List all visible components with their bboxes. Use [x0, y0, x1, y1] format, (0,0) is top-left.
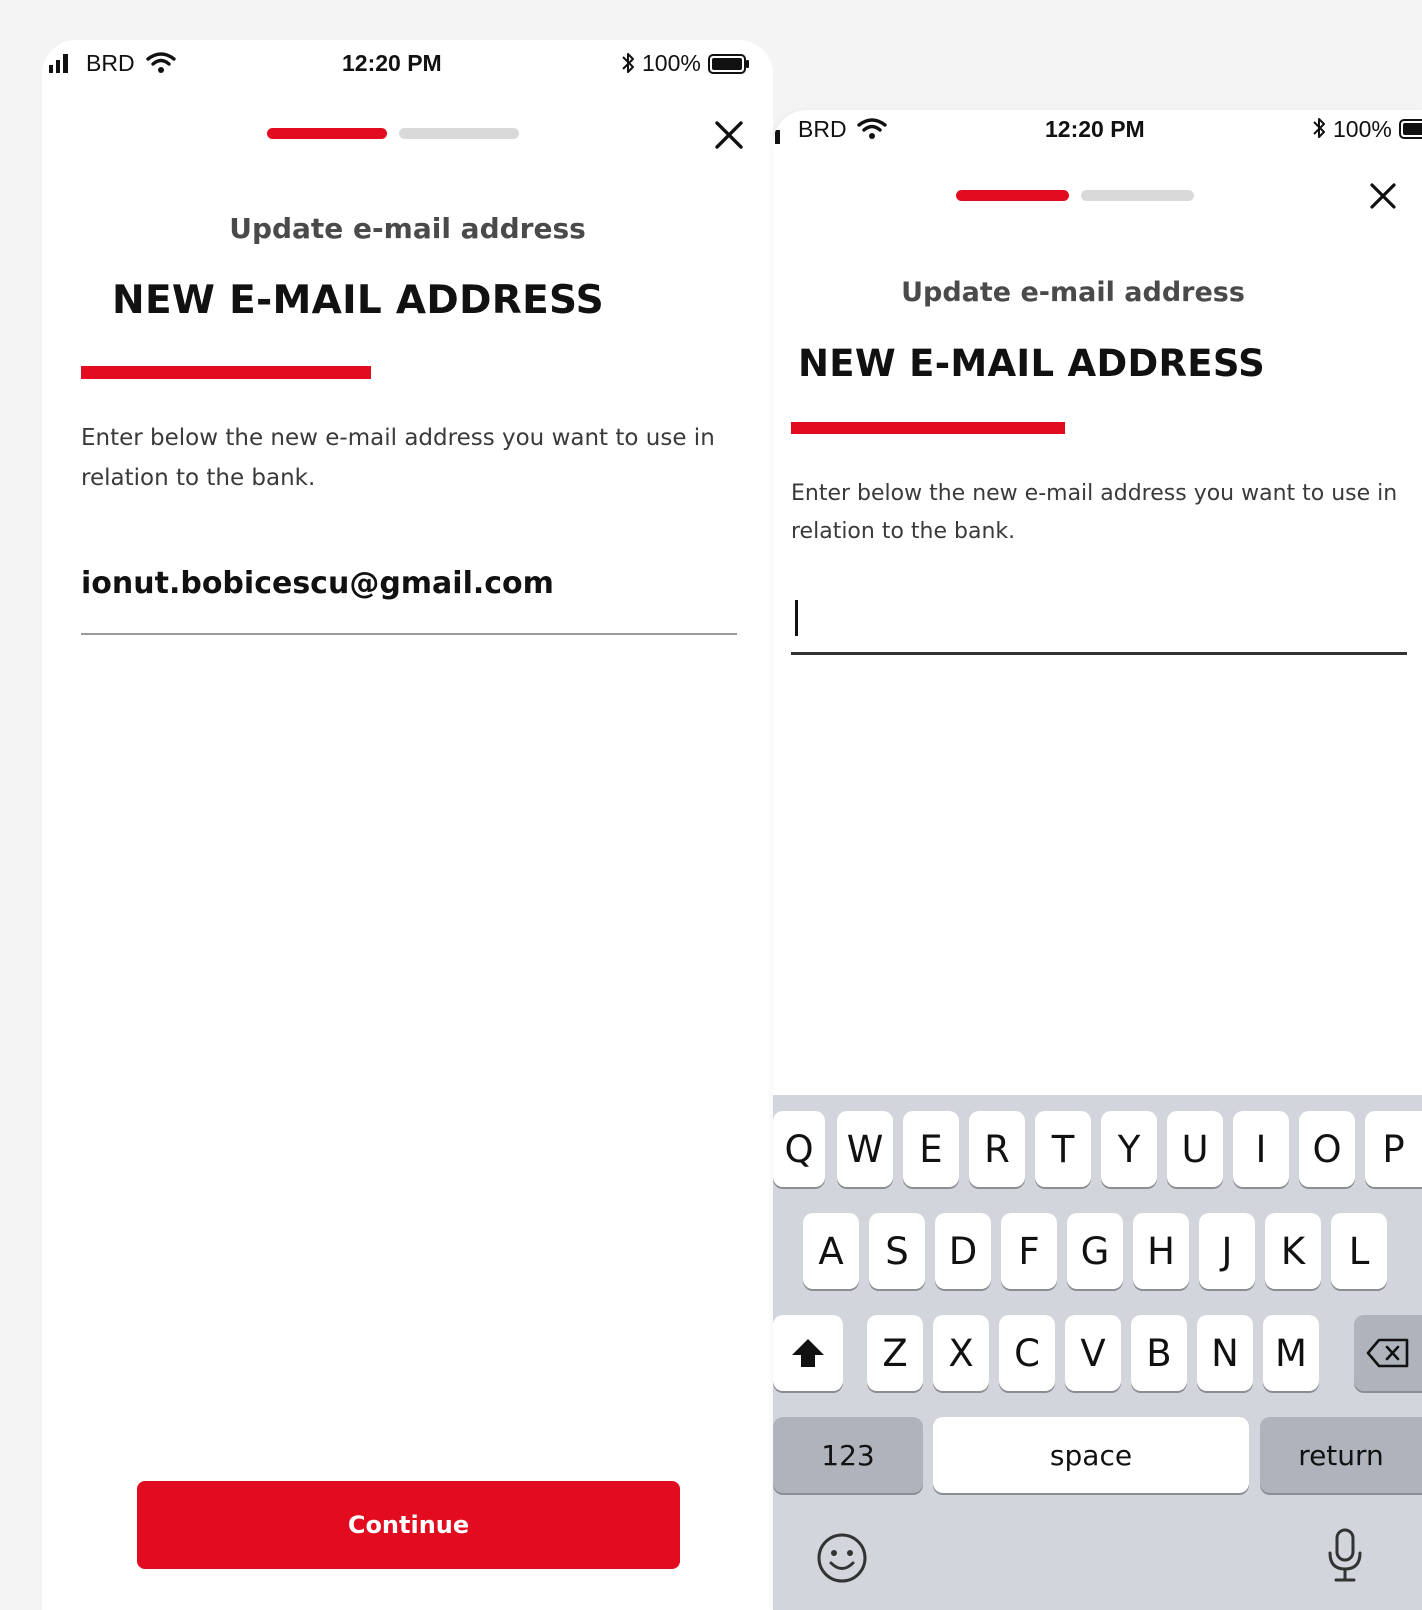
carrier-label: BRD	[86, 50, 135, 76]
email-field-underline	[81, 633, 737, 635]
battery-icon	[708, 54, 749, 74]
email-field-value: ionut.bobicescu@gmail.com	[81, 566, 554, 601]
key-t[interactable]: T	[1035, 1111, 1091, 1187]
close-icon[interactable]	[1369, 182, 1397, 210]
key-x[interactable]: X	[933, 1315, 989, 1391]
close-icon[interactable]	[714, 120, 744, 150]
key-h[interactable]: H	[1133, 1213, 1189, 1289]
space-key[interactable]: space	[933, 1417, 1249, 1493]
key-f[interactable]: F	[1001, 1213, 1057, 1289]
key-s[interactable]: S	[869, 1213, 925, 1289]
key-b[interactable]: B	[1131, 1315, 1187, 1391]
key-w[interactable]: W	[837, 1111, 893, 1187]
page-title: NEW E-MAIL ADDRESS	[112, 278, 605, 323]
continue-button[interactable]: Continue	[137, 1481, 680, 1569]
battery-percent: 100%	[1333, 116, 1392, 142]
backspace-icon	[1366, 1338, 1409, 1368]
key-z[interactable]: Z	[867, 1315, 923, 1391]
key-i[interactable]: I	[1233, 1111, 1289, 1187]
return-key[interactable]: return	[1260, 1417, 1422, 1493]
key-d[interactable]: D	[935, 1213, 991, 1289]
email-field[interactable]	[791, 588, 1405, 658]
status-time: 12:20 PM	[342, 50, 442, 76]
key-q[interactable]: Q	[773, 1111, 825, 1187]
key-v[interactable]: V	[1065, 1315, 1121, 1391]
backspace-key[interactable]	[1354, 1315, 1422, 1391]
key-u[interactable]: U	[1167, 1111, 1223, 1187]
key-l[interactable]: L	[1331, 1213, 1387, 1289]
title-accent-bar	[791, 422, 1065, 434]
shift-icon	[792, 1339, 824, 1367]
wifi-icon	[857, 118, 887, 139]
bluetooth-icon	[622, 53, 634, 73]
key-y[interactable]: Y	[1101, 1111, 1157, 1187]
key-g[interactable]: G	[1067, 1213, 1123, 1289]
progress-step-1	[956, 190, 1069, 201]
page-subtitle: Update e-mail address	[229, 212, 586, 245]
numbers-key[interactable]: 123	[773, 1417, 923, 1493]
key-k[interactable]: K	[1265, 1213, 1321, 1289]
progress-step-2	[399, 128, 519, 139]
status-time: 12:20 PM	[1045, 116, 1145, 142]
key-e[interactable]: E	[903, 1111, 959, 1187]
page-title: NEW E-MAIL ADDRESS	[798, 342, 1266, 385]
microphone-icon[interactable]	[1325, 1527, 1365, 1585]
screen-email-filled: BRD 12:20 PM 100% Update e-mail address …	[42, 40, 773, 1610]
screen-email-empty: BRD 12:20 PM 100% Update e-mail address …	[773, 110, 1422, 1610]
signal-icon	[49, 54, 68, 73]
carrier-label: BRD	[798, 116, 847, 142]
wifi-icon	[146, 52, 176, 73]
description-text: Enter below the new e-mail address you w…	[791, 481, 1398, 544]
progress-step-2	[1081, 190, 1194, 201]
signal-icon	[775, 130, 780, 144]
shift-key[interactable]	[773, 1315, 843, 1391]
key-r[interactable]: R	[969, 1111, 1025, 1187]
key-a[interactable]: A	[803, 1213, 859, 1289]
progress-step-1	[267, 128, 387, 139]
key-m[interactable]: M	[1263, 1315, 1319, 1391]
key-p[interactable]: P	[1365, 1111, 1422, 1187]
battery-icon	[1399, 119, 1422, 139]
bluetooth-icon	[1313, 118, 1325, 138]
battery-percent: 100%	[642, 50, 701, 76]
emoji-icon[interactable]	[815, 1531, 869, 1585]
email-field-underline	[791, 652, 1407, 655]
on-screen-keyboard: Q W E R T Y U I O P A S D F G H J K L Z …	[773, 1095, 1422, 1610]
title-accent-bar	[81, 366, 371, 379]
text-cursor	[795, 600, 798, 636]
key-n[interactable]: N	[1197, 1315, 1253, 1391]
description-text: Enter below the new e-mail address you w…	[81, 425, 715, 491]
key-j[interactable]: J	[1199, 1213, 1255, 1289]
key-o[interactable]: O	[1299, 1111, 1355, 1187]
page-subtitle: Update e-mail address	[901, 277, 1245, 308]
key-c[interactable]: C	[999, 1315, 1055, 1391]
